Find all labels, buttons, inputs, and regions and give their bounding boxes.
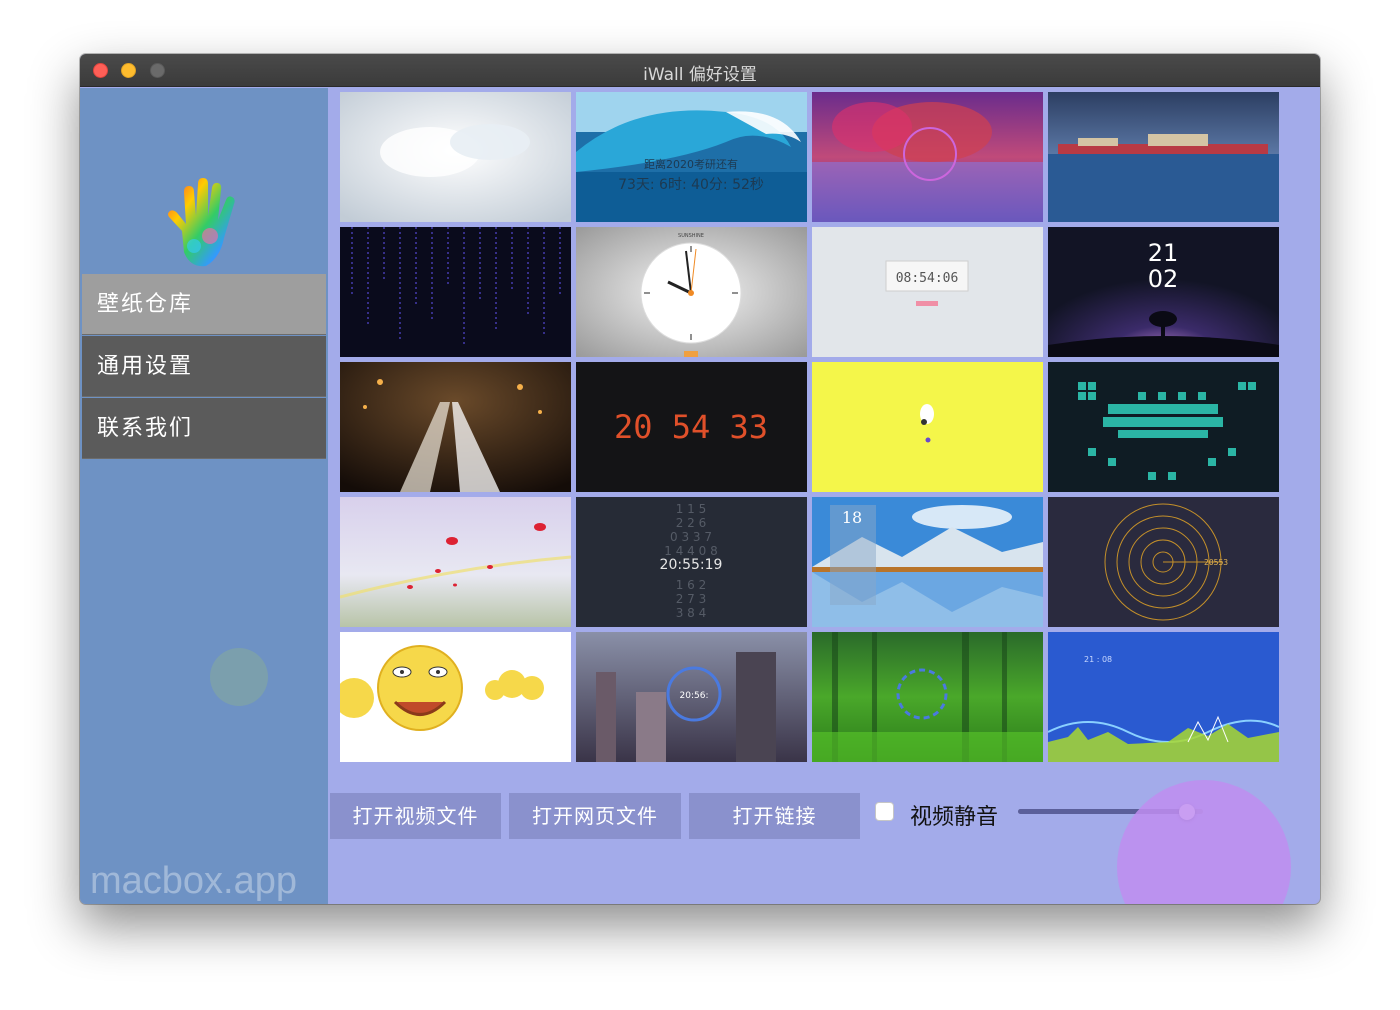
decorative-purple-circle	[1117, 780, 1291, 904]
clock-minutes: 02	[1148, 265, 1179, 293]
hand-logo-icon	[168, 178, 235, 267]
svg-text:2 2 6: 2 2 6	[676, 516, 707, 530]
wallpaper-tile[interactable]	[340, 632, 571, 762]
sidebar: 壁纸仓库 通用设置 联系我们	[80, 88, 328, 904]
countdown-value: 73天: 6时: 40分: 52秒	[618, 177, 764, 193]
watermark-text: macbox.app	[90, 860, 298, 902]
sidebar-item-contact-us[interactable]: 联系我们	[82, 398, 326, 459]
wallpaper-tile[interactable]: 18	[812, 497, 1043, 627]
open-link-button[interactable]: 打开链接	[689, 793, 860, 839]
radial-clock-digits: 20553	[1204, 558, 1228, 567]
wallpaper-tile[interactable]	[812, 362, 1043, 492]
svg-text:3 8 4: 3 8 4	[676, 606, 707, 620]
nixie-time: 20 54 33	[614, 408, 768, 446]
wallpaper-tile[interactable]: 08:54:06	[812, 227, 1043, 357]
wallpaper-tile[interactable]: 20 54 33	[576, 362, 807, 492]
wallpaper-tile[interactable]: SUNSHINE	[576, 227, 807, 357]
night-tree-clock-thumbnail: 21 02	[1048, 227, 1279, 357]
blue-audio-waves-thumbnail: 21 : 08	[1048, 632, 1279, 762]
mountain-lake-thumbnail: 18	[812, 497, 1043, 627]
analog-clock-thumbnail: SUNSHINE	[576, 227, 807, 357]
svg-text:1 4 4 0 8: 1 4 4 0 8	[664, 544, 717, 558]
fantasy-clock-time: 20:56:	[680, 691, 709, 701]
fantasy-city-thumbnail: 20:56:	[576, 632, 807, 762]
wallpaper-tile[interactable]	[340, 362, 571, 492]
wallpaper-tile[interactable]: 21 : 08	[1048, 632, 1279, 762]
sidebar-item-general-settings[interactable]: 通用设置	[82, 336, 326, 397]
matrix-rain-thumbnail	[340, 227, 571, 357]
digital-clock-time: 08:54:06	[896, 271, 959, 286]
window-title: iWall 偏好设置	[643, 65, 757, 85]
column-clock-time: 20:55:19	[660, 557, 723, 573]
wallpaper-tile[interactable]: 20:56:	[576, 632, 807, 762]
wallpaper-tile[interactable]: 21 02	[1048, 227, 1279, 357]
countdown-title: 距离2020考研还有	[644, 157, 738, 171]
harbor-city-thumbnail	[1048, 92, 1279, 222]
preferences-window: iWall 偏好设置 壁纸仓库 通用设置 联系我们 距离2020考研还有 73天…	[80, 54, 1320, 904]
svg-text:1 6 2: 1 6 2	[676, 578, 707, 592]
light-trails-thumbnail	[340, 362, 571, 492]
open-web-file-button[interactable]: 打开网页文件	[509, 793, 681, 839]
wallpaper-tile[interactable]	[812, 632, 1043, 762]
title-bar: iWall 偏好设置	[80, 54, 1320, 87]
svg-text:0 3 3 7: 0 3 3 7	[670, 530, 712, 544]
wallpaper-tile[interactable]	[1048, 92, 1279, 222]
clouds-thumbnail	[340, 92, 571, 222]
sidebar-item-wallpapers[interactable]: 壁纸仓库	[82, 274, 326, 335]
video-mute-label: 视频静音	[910, 805, 999, 830]
wave-countdown-thumbnail: 距离2020考研还有 73天: 6时: 40分: 52秒	[576, 92, 807, 222]
date-day: 18	[842, 508, 862, 527]
open-video-file-button[interactable]: 打开视频文件	[330, 793, 501, 839]
wallpaper-tile[interactable]	[812, 92, 1043, 222]
audio-clock-time: 21 : 08	[1084, 655, 1112, 664]
green-forest-thumbnail	[812, 632, 1043, 762]
emoji-faces-thumbnail	[340, 632, 571, 762]
radial-clock-thumbnail: 20553	[1048, 497, 1279, 627]
wallpaper-tile[interactable]: 1 1 52 2 6 0 3 3 71 4 4 0 8 1 6 22 7 3 3…	[576, 497, 807, 627]
wallpaper-tile[interactable]	[340, 497, 571, 627]
wallpaper-tile[interactable]	[340, 92, 571, 222]
svg-text:1 1 5: 1 1 5	[676, 502, 707, 516]
digital-clock-light-thumbnail: 08:54:06	[812, 227, 1043, 357]
wallpaper-grid: 距离2020考研还有 73天: 6时: 40分: 52秒 SUNSHINE 08…	[340, 92, 1280, 764]
flying-leaves-thumbnail	[340, 497, 571, 627]
wallpaper-tile[interactable]: 距离2020考研还有 73天: 6时: 40分: 52秒	[576, 92, 807, 222]
wallpaper-tile[interactable]: 20553	[1048, 497, 1279, 627]
yellow-character-thumbnail	[812, 362, 1043, 492]
clock-brand: SUNSHINE	[678, 233, 704, 239]
decorative-circle	[210, 648, 268, 706]
periodic-table-thumbnail	[1048, 362, 1279, 492]
svg-text:2 7 3: 2 7 3	[676, 592, 707, 606]
nixie-clock-thumbnail: 20 54 33	[576, 362, 807, 492]
purple-tree-lake-thumbnail	[812, 92, 1043, 222]
video-mute-checkbox[interactable]	[875, 802, 894, 821]
number-column-clock-thumbnail: 1 1 52 2 6 0 3 3 71 4 4 0 8 1 6 22 7 3 3…	[576, 497, 807, 627]
clock-hours: 21	[1148, 239, 1179, 267]
wallpaper-tile[interactable]	[340, 227, 571, 357]
wallpaper-tile[interactable]	[1048, 362, 1279, 492]
